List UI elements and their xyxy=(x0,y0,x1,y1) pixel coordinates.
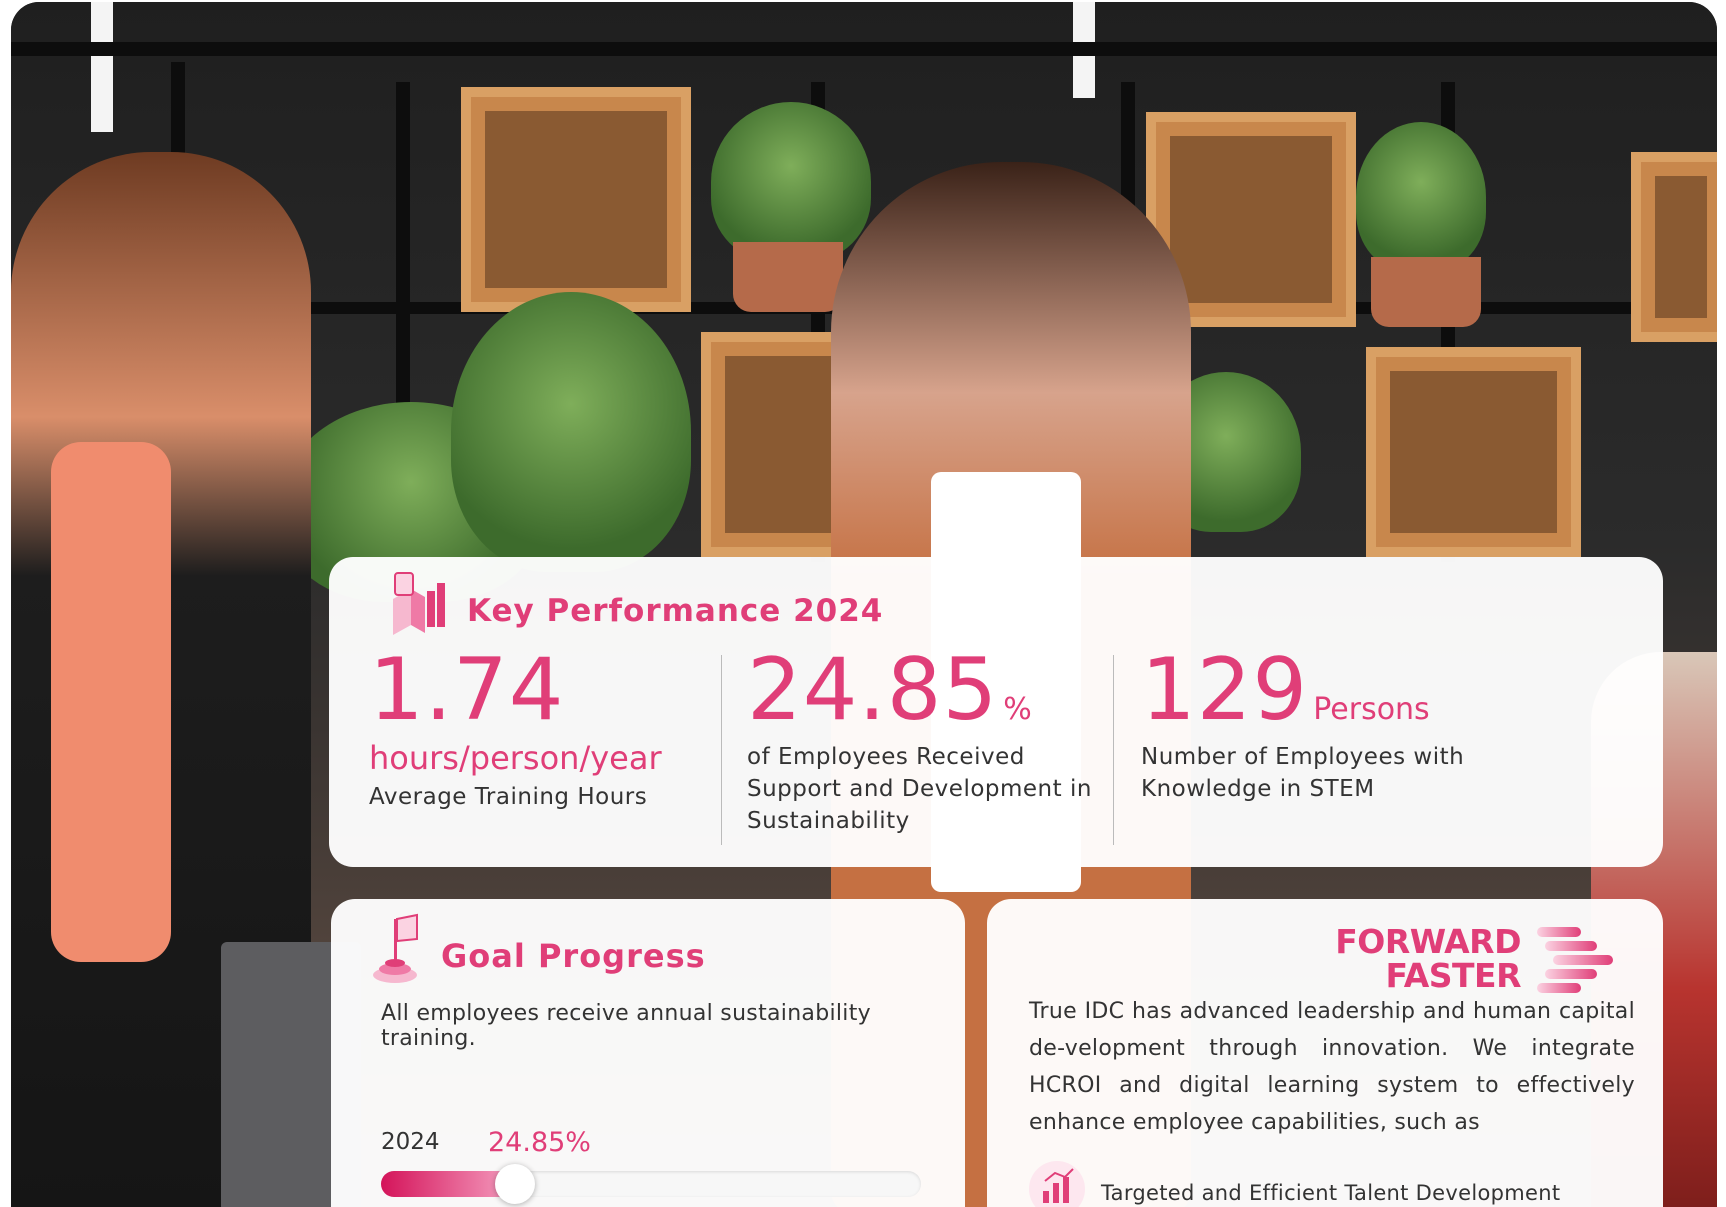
forward-arrows-icon xyxy=(1537,927,1613,993)
divider xyxy=(721,655,722,845)
goal-progress-title: Goal Progress xyxy=(441,937,706,975)
metric-value: 1.74 xyxy=(369,640,565,740)
description-line: Knowledge in STEM xyxy=(1141,776,1375,802)
metric-description: Number of Employees with Knowledge in ST… xyxy=(1141,741,1464,805)
flag-target-icon xyxy=(373,913,418,983)
forward-faster-text: True IDC has advanced leadership and hum… xyxy=(1029,999,1635,1135)
progress-knob xyxy=(495,1164,536,1204)
divider xyxy=(1113,655,1114,845)
metric-stem-employees: 129 Persons Number of Employees with Kno… xyxy=(1141,647,1464,805)
key-performance-card: Key Performance 2024 1.74 hours/person/y… xyxy=(329,557,1663,867)
metric-unit: Persons xyxy=(1313,692,1430,727)
metric-sustainability-support: 24.85 % of Employees Received Support an… xyxy=(747,647,1092,837)
description-line: Support and Development in xyxy=(747,776,1092,802)
description-line: of Employees Received xyxy=(747,744,1025,770)
metric-description: of Employees Received Support and Develo… xyxy=(747,741,1092,837)
key-performance-title: Key Performance 2024 xyxy=(467,593,884,629)
progress-percent: 24.85% xyxy=(488,1127,591,1158)
bar-chart-icon xyxy=(393,572,445,635)
goal-progress-card: Goal Progress All employees receive annu… xyxy=(331,899,965,1207)
progress-track xyxy=(381,1164,921,1204)
metric-unit: hours/person/year xyxy=(369,739,662,777)
metric-description: Average Training Hours xyxy=(369,784,648,810)
page-frame: Key Performance 2024 1.74 hours/person/y… xyxy=(11,2,1717,1207)
logo-line: FORWARD xyxy=(1335,922,1521,961)
forward-faster-logo: FORWARD FASTER xyxy=(1335,925,1521,993)
person-left-top xyxy=(51,442,171,962)
talent-development-item: Targeted and Efficient Talent Developmen… xyxy=(1101,1181,1561,1205)
progress-year: 2024 xyxy=(381,1129,440,1155)
metric-training-hours: 1.74 hours/person/year Average Training … xyxy=(369,647,662,813)
goal-description: All employees receive annual sustainabil… xyxy=(381,1001,871,1051)
metric-value: 24.85 xyxy=(747,640,999,740)
forward-faster-card: FORWARD FASTER True IDC has advanced lea… xyxy=(987,899,1663,1207)
metric-unit: % xyxy=(1003,692,1032,727)
talent-development-icon xyxy=(1029,1161,1085,1207)
metric-value: 129 xyxy=(1141,640,1309,740)
description-line: Sustainability xyxy=(747,808,910,834)
logo-line: FASTER xyxy=(1385,956,1521,995)
description-line: Number of Employees with xyxy=(1141,744,1465,770)
ceiling-light xyxy=(91,2,113,132)
